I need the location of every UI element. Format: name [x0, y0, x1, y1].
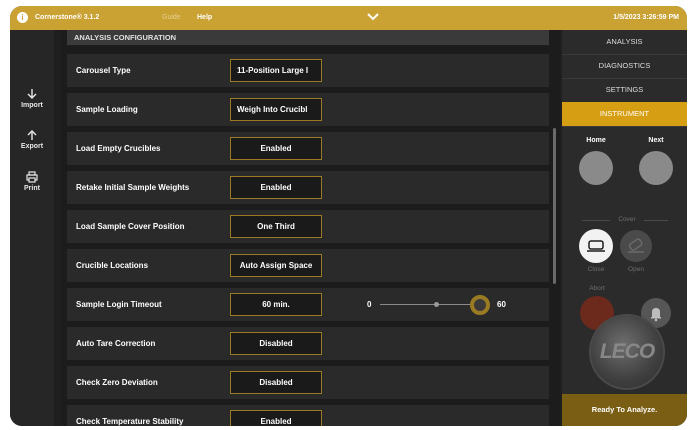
print-label: Print [24, 185, 40, 192]
setting-label: Check Temperature Stability [76, 417, 184, 426]
cover-open-button[interactable] [620, 230, 652, 262]
import-label: Import [21, 102, 43, 109]
divider [582, 220, 610, 221]
printer-icon [26, 171, 38, 183]
divider [644, 220, 668, 221]
status-bar: Ready To Analyze. [562, 394, 687, 426]
cover-open-icon [628, 238, 644, 253]
left-nav: Import Export Print [10, 30, 54, 426]
abort-label: Abort [589, 285, 605, 292]
setting-label: Load Sample Cover Position [76, 222, 185, 231]
zero-deviation-field[interactable]: Disabled [230, 371, 322, 394]
arrow-down-icon [27, 89, 37, 99]
setting-row-sample-loading: Sample Loading Weigh Into Crucibl [67, 93, 549, 126]
slider-track[interactable] [380, 304, 480, 305]
info-icon[interactable]: i [17, 12, 28, 23]
load-empty-crucibles-field[interactable]: Enabled [230, 137, 322, 160]
auto-tare-field[interactable]: Disabled [230, 332, 322, 355]
setting-row-login-timeout: Sample Login Timeout 60 min. 0 60 [67, 288, 549, 321]
tab-instrument[interactable]: INSTRUMENT [562, 102, 687, 127]
print-button[interactable]: Print [10, 171, 54, 192]
export-button[interactable]: Export [10, 129, 54, 150]
help-link[interactable]: Help [197, 14, 212, 21]
slider-midpoint [434, 302, 439, 307]
config-panel: ANALYSIS CONFIGURATION Carousel Type 11-… [62, 30, 560, 426]
slider-min-label: 0 [367, 300, 372, 309]
next-button[interactable] [639, 151, 673, 185]
setting-label: Check Zero Deviation [76, 378, 158, 387]
login-timeout-field[interactable]: 60 min. [230, 293, 322, 316]
temp-stability-field[interactable]: Enabled [230, 410, 322, 426]
close-label: Close [587, 266, 605, 273]
leco-logo: LECO [591, 316, 663, 388]
setting-label: Auto Tare Correction [76, 339, 156, 348]
setting-label: Sample Loading [76, 105, 138, 114]
setting-row-cover-position: Load Sample Cover Position One Third [67, 210, 549, 243]
tab-diagnostics[interactable]: DIAGNOSTICS [562, 54, 687, 79]
guide-link[interactable]: Guide [162, 14, 181, 21]
setting-label: Sample Login Timeout [76, 300, 162, 309]
cover-closed-icon [587, 240, 605, 252]
leco-logo-text: LECO [599, 340, 655, 363]
retake-weights-field[interactable]: Enabled [230, 176, 322, 199]
timeout-slider[interactable]: 0 60 [362, 288, 522, 321]
top-bar: i Cornerstone® 3.1.2 Guide Help 1/5/2023… [10, 6, 687, 30]
setting-label: Load Empty Crucibles [76, 144, 161, 153]
setting-label: Retake Initial Sample Weights [76, 183, 190, 192]
slider-max-label: 60 [497, 300, 506, 309]
datetime: 1/5/2023 3:26:59 PM [613, 14, 679, 21]
setting-row-retake-weights: Retake Initial Sample Weights Enabled [67, 171, 549, 204]
cover-position-field[interactable]: One Third [230, 215, 322, 238]
open-label: Open [628, 266, 644, 273]
setting-row-auto-tare: Auto Tare Correction Disabled [67, 327, 549, 360]
cover-close-button[interactable] [579, 229, 613, 263]
chevron-down-icon[interactable] [365, 10, 381, 24]
export-label: Export [20, 143, 44, 150]
scrollbar[interactable] [553, 128, 556, 284]
carousel-type-field[interactable]: 11-Position Large I [230, 59, 322, 82]
setting-label: Carousel Type [76, 66, 131, 75]
section-header: ANALYSIS CONFIGURATION [67, 30, 549, 45]
setting-label: Crucible Locations [76, 261, 149, 270]
setting-row-carousel-type: Carousel Type 11-Position Large I [67, 54, 549, 87]
app-title: Cornerstone® 3.1.2 [35, 14, 100, 21]
device-frame: i Cornerstone® 3.1.2 Guide Help 1/5/2023… [10, 6, 687, 426]
setting-row-crucible-locations: Crucible Locations Auto Assign Space [67, 249, 549, 282]
import-button[interactable]: Import [10, 88, 54, 109]
tab-settings[interactable]: SETTINGS [562, 78, 687, 103]
setting-row-load-empty-crucibles: Load Empty Crucibles Enabled [67, 132, 549, 165]
setting-row-temp-stability: Check Temperature Stability Enabled [67, 405, 549, 426]
next-label: Next [648, 137, 664, 144]
home-label: Home [586, 137, 606, 144]
crucible-locations-field[interactable]: Auto Assign Space [230, 254, 322, 277]
right-panel: ANALYSIS DIAGNOSTICS SETTINGS INSTRUMENT… [562, 30, 687, 426]
cover-label: Cover [618, 216, 636, 223]
arrow-up-icon [27, 130, 37, 140]
slider-thumb[interactable] [470, 295, 490, 315]
tab-analysis[interactable]: ANALYSIS [562, 30, 687, 55]
setting-row-zero-deviation: Check Zero Deviation Disabled [67, 366, 549, 399]
home-button[interactable] [579, 151, 613, 185]
sample-loading-field[interactable]: Weigh Into Crucibl [230, 98, 322, 121]
